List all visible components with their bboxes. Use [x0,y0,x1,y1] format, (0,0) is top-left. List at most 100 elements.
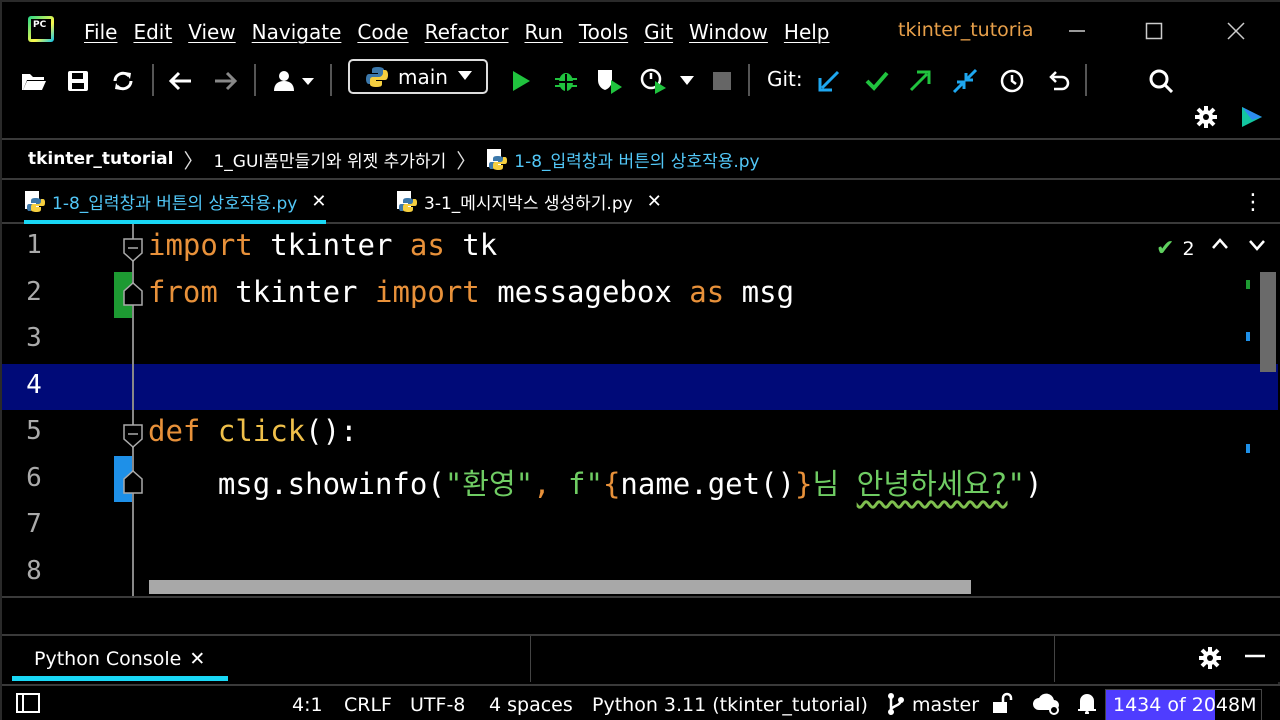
forward-icon[interactable] [211,66,241,96]
line-number[interactable]: 3 [14,323,54,353]
menu-item-tools[interactable]: Tools [579,20,628,44]
tab-active-file[interactable]: 1-8_입력창과 버튼의 상호작용.py ✕ [24,180,327,224]
python-interpreter[interactable]: Python 3.11 (tkinter_tutorial) [592,694,868,716]
menu-item-code[interactable]: Code [357,20,408,44]
line-number[interactable]: 5 [14,416,54,446]
code-line[interactable]: 5 def click(): [2,410,1264,456]
tab-python-console[interactable]: Python Console ✕ [34,648,205,670]
menu-item-run[interactable]: Run [525,20,563,44]
breadcrumb-folder[interactable]: 1_GUI폼만들기와 위젯 추가하기 [213,147,446,172]
code-token: as [409,228,445,262]
git-label: Git: [767,67,803,91]
minimize-panel-icon[interactable] [1244,644,1266,672]
tool-windows-icon[interactable] [16,692,40,719]
scroll-marker-modified[interactable] [1246,332,1250,341]
user-icon[interactable] [269,66,319,96]
sync-icon[interactable] [108,66,138,96]
git-update-icon[interactable] [814,66,844,96]
git-commit-icon[interactable] [862,66,892,96]
breadcrumb-project[interactable]: tkinter_tutorial [28,149,173,169]
history-icon[interactable] [997,66,1027,96]
inspection-widget[interactable]: ✔ 2 [1156,236,1195,261]
scroll-marker-modified[interactable] [1246,444,1250,453]
menu-item-view[interactable]: View [188,20,235,44]
menu-item-help[interactable]: Help [784,20,830,44]
close-tab-icon[interactable]: ✕ [311,191,326,212]
profile-icon[interactable] [639,66,669,96]
line-number[interactable]: 4 [14,370,54,400]
stop-icon[interactable] [707,66,737,96]
line-separator[interactable]: CRLF [344,694,392,716]
indent-setting[interactable]: 4 spaces [489,694,573,716]
chevron-up-down-icon[interactable] [1210,234,1280,254]
save-icon[interactable] [63,66,93,96]
vertical-scrollbar[interactable] [1260,272,1276,372]
code-editor[interactable]: 1 import tkinter as tk 2 from tkinter impor… [2,224,1280,596]
menu-item-edit[interactable]: Edit [133,20,172,44]
code-token: 님 [812,467,857,501]
line-number[interactable]: 1 [14,230,54,260]
coverage-icon[interactable] [595,66,625,96]
file-encoding[interactable]: UTF-8 [410,694,465,716]
back-icon[interactable] [165,66,195,96]
menu-item-git[interactable]: Git [644,20,673,44]
menu-item-refactor[interactable]: Refactor [425,20,509,44]
caret-position[interactable]: 4:1 [292,694,323,716]
line-number[interactable]: 7 [14,509,54,539]
gear-icon[interactable] [1198,646,1222,676]
git-branch[interactable]: master [912,694,979,716]
inspection-count: 2 [1182,237,1195,260]
code-token: ) [1024,467,1043,501]
more-options-icon[interactable]: ⋮ [1242,190,1264,215]
pycharm-logo-icon[interactable]: PC [28,16,54,42]
cloud-icon[interactable] [1032,692,1062,720]
tab-second-file[interactable]: 3-1_메시지박스 생성하기.py ✕ [396,180,662,222]
tab-label: 1-8_입력창과 버튼의 상호작용.py [52,193,298,214]
run-icon[interactable] [506,66,536,96]
close-tab-icon[interactable]: ✕ [647,191,662,212]
code-line[interactable]: 3 [2,317,1264,363]
close-window-icon[interactable] [1221,16,1251,46]
notifications-icon[interactable] [1076,692,1098,719]
settings-icon[interactable] [1191,102,1221,132]
minimize-icon[interactable] [1062,16,1092,46]
code-line[interactable]: 4 [2,364,1278,410]
more-run-options-icon[interactable] [672,66,702,96]
maximize-icon[interactable] [1139,16,1169,46]
menu-item-window[interactable]: Window [689,20,768,44]
search-icon[interactable] [1146,66,1176,96]
horizontal-scrollbar[interactable] [149,580,971,594]
menu-item-file[interactable]: File [84,20,117,44]
fold-icon[interactable] [123,424,143,448]
code-line[interactable]: 1 import tkinter as tk [2,224,1264,270]
debug-icon[interactable] [551,66,581,96]
lock-icon[interactable] [992,692,1014,719]
git-branch-icon[interactable] [886,692,906,720]
close-tab-icon[interactable]: ✕ [189,648,205,670]
rollback-icon[interactable] [1044,66,1074,96]
prev-next-highlight[interactable] [1210,234,1280,259]
code-line[interactable]: 6 msg.showinfo("환영", f"{name.get()}님 안녕하… [2,457,1264,503]
breadcrumb-file[interactable]: 1-8_입력창과 버튼의 상호작용.py [486,147,760,172]
fold-end-icon[interactable] [123,470,143,494]
menu-item-navigate[interactable]: Navigate [252,20,342,44]
git-push-icon[interactable] [905,66,935,96]
code-line[interactable]: 7 [2,503,1264,549]
python-icon [366,66,388,87]
line-number[interactable]: 2 [14,277,54,307]
code-line[interactable]: 2 from tkinter import messagebox as msg [2,271,1264,317]
open-folder-icon[interactable] [19,66,49,96]
git-merge-icon[interactable] [950,66,980,96]
code-token: click [217,414,306,448]
scroll-marker-added[interactable] [1246,280,1250,289]
fold-end-icon[interactable] [123,282,143,306]
run-config-select[interactable]: main [348,59,488,94]
line-number[interactable]: 8 [14,556,54,586]
code-token: as [689,275,725,309]
code-token: f" [568,467,603,501]
jetbrains-ai-icon[interactable] [1237,102,1267,132]
line-number[interactable]: 6 [14,463,54,493]
divider [530,636,531,682]
fold-icon[interactable] [123,238,143,262]
memory-indicator[interactable]: 1434 of 2048M [1105,689,1262,720]
